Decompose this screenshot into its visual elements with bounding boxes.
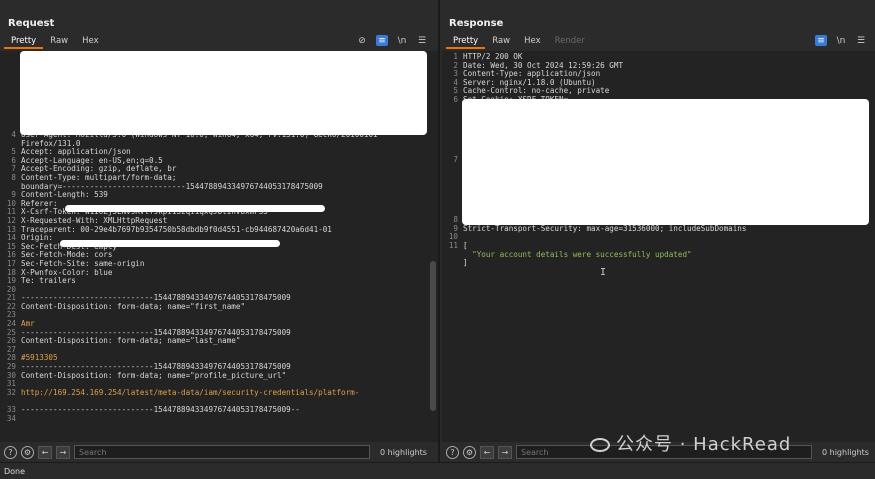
pretty-print-icon[interactable]: ≡ bbox=[376, 35, 388, 46]
line-text: ] bbox=[463, 258, 468, 268]
code-line: 9 Content-Length: 539 bbox=[0, 191, 438, 200]
next-arrow-icon[interactable]: → bbox=[498, 445, 512, 459]
line-text: Content-Disposition: form-data; name="la… bbox=[21, 336, 241, 346]
request-pane: Request Pretty Raw Hex ⊘ ≡ \n ☰ 4User-Ag… bbox=[0, 0, 440, 462]
pretty-print-icon[interactable]: ≡ bbox=[815, 35, 827, 46]
request-scrollbar[interactable] bbox=[430, 261, 436, 411]
newline-icon[interactable]: \n bbox=[835, 35, 847, 46]
code-line: 26 Content-Disposition: form-data; name="… bbox=[0, 337, 438, 346]
response-highlights-count: 0 highlights bbox=[822, 447, 869, 457]
menu-icon[interactable]: ☰ bbox=[416, 35, 428, 46]
request-tab-raw[interactable]: Raw bbox=[43, 35, 75, 49]
line-text: Content-Disposition: form-data; name="pr… bbox=[21, 370, 287, 380]
response-pane: Response Pretty Raw Hex Render ≡ \n ☰ 1H… bbox=[442, 0, 875, 462]
response-title: Response bbox=[449, 18, 504, 29]
previous-arrow-icon[interactable]: ← bbox=[480, 445, 494, 459]
next-arrow-icon[interactable]: → bbox=[56, 445, 70, 459]
code-line: 22 Content-Disposition: form-data; name="… bbox=[0, 301, 438, 312]
code-line: 13 Traceparent: 00-29e4b7697b9354750b58db… bbox=[0, 224, 438, 235]
redaction-pill bbox=[60, 240, 280, 247]
line-text: http://169.254.169.254/latest/meta-data/… bbox=[21, 387, 360, 397]
previous-arrow-icon[interactable]: ← bbox=[38, 445, 52, 459]
watermark: 公众号 · HackRead bbox=[590, 430, 791, 456]
code-line: 10 bbox=[442, 233, 875, 242]
hide-nonprintable-icon[interactable]: ⊘ bbox=[356, 35, 368, 46]
code-line: 30 Content-Disposition: form-data; name="… bbox=[0, 370, 438, 381]
status-bar: Done bbox=[0, 462, 875, 479]
line-number: 7 bbox=[453, 155, 458, 165]
response-tab-pretty[interactable]: Pretty bbox=[446, 35, 486, 49]
settings-gear-icon[interactable]: ⚙ bbox=[21, 445, 34, 459]
line-number: 34 bbox=[6, 413, 16, 423]
code-line: 32 http://169.254.169.254/latest/meta-dat… bbox=[0, 387, 438, 398]
line-number: 6 bbox=[453, 94, 458, 104]
wechat-logo-icon bbox=[590, 438, 610, 452]
request-editor[interactable]: 4User-Agent: Mozilla/5.0 (Windows NT 10.… bbox=[0, 51, 438, 442]
code-line: 9 Strict-Transport-Security: max-age=3153… bbox=[442, 223, 875, 234]
response-tab-raw[interactable]: Raw bbox=[485, 35, 517, 49]
code-line: 33 -----------------------------154478894… bbox=[0, 405, 438, 415]
code-line: "Your account details were successfully … bbox=[442, 249, 875, 260]
request-search-input[interactable] bbox=[74, 445, 370, 459]
newline-icon[interactable]: \n bbox=[396, 35, 408, 46]
line-text: Traceparent: 00-29e4b7697b9354750b58dbdb… bbox=[21, 224, 332, 234]
code-line: 27 bbox=[0, 345, 438, 355]
help-icon[interactable]: ? bbox=[446, 445, 459, 459]
watermark-text: 公众号 · HackRead bbox=[616, 434, 792, 455]
redaction-block bbox=[20, 51, 427, 135]
text-cursor-icon: I bbox=[600, 267, 607, 278]
line-number: 32 bbox=[6, 387, 16, 397]
redaction-pill bbox=[65, 205, 325, 212]
line-number: 8 bbox=[11, 172, 16, 182]
response-toolbar: ≡ \n ☰ bbox=[815, 35, 867, 46]
redaction-block bbox=[462, 99, 869, 225]
code-line: 23 bbox=[0, 311, 438, 320]
response-editor[interactable]: 1 HTTP/2 200 OK 2 Date: Wed, 30 Oct 2024 12… bbox=[442, 51, 875, 442]
response-tabs: Pretty Raw Hex Render bbox=[446, 35, 592, 49]
request-tabs: Pretty Raw Hex bbox=[4, 35, 106, 49]
menu-icon[interactable]: ☰ bbox=[855, 35, 867, 46]
help-icon[interactable]: ? bbox=[4, 445, 17, 459]
request-tab-hex[interactable]: Hex bbox=[75, 35, 106, 49]
line-number: 4 bbox=[11, 130, 16, 139]
code-line: 19 Te: trailers bbox=[0, 276, 438, 286]
response-tab-render[interactable]: Render bbox=[548, 35, 592, 49]
request-tab-pretty[interactable]: Pretty bbox=[4, 35, 44, 49]
code-line: ] bbox=[442, 259, 875, 268]
request-highlights-count: 0 highlights bbox=[380, 447, 427, 457]
code-line: 34 bbox=[0, 413, 438, 424]
line-text: "Your account details were successfully … bbox=[463, 249, 692, 259]
line-text: Content-Disposition: form-data; name="fi… bbox=[21, 301, 246, 311]
response-tab-hex[interactable]: Hex bbox=[517, 35, 548, 49]
request-toolbar: ⊘ ≡ \n ☰ bbox=[356, 35, 428, 46]
line-number: 11 bbox=[448, 241, 458, 251]
line-text: -----------------------------15447889433… bbox=[21, 405, 300, 414]
request-title: Request bbox=[8, 18, 55, 29]
line-text: Te: trailers bbox=[21, 276, 76, 286]
settings-gear-icon[interactable]: ⚙ bbox=[463, 445, 476, 459]
line-text: Strict-Transport-Security: max-age=31536… bbox=[463, 223, 747, 233]
request-bottom-bar: ? ⚙ ← → 0 highlights bbox=[0, 442, 438, 462]
